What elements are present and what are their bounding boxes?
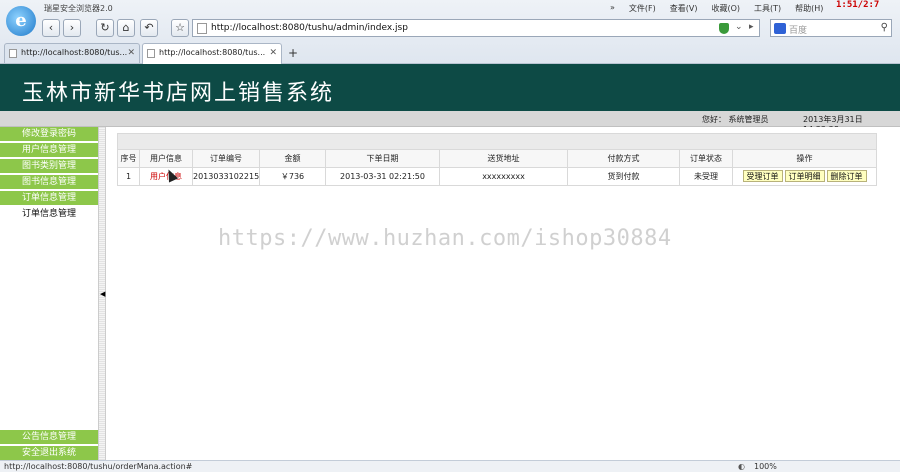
- search-engine-icon[interactable]: [774, 23, 786, 34]
- frame-counter: 1:51/2:7: [836, 0, 880, 10]
- zoom-level[interactable]: 100%: [754, 462, 777, 471]
- sidebar-item-orders[interactable]: 订单信息管理: [0, 191, 98, 206]
- page-icon: [147, 49, 155, 58]
- cell-date: 2013-03-31 02:21:50: [326, 168, 440, 185]
- watermark: https://www.huzhan.com/ishop30884: [218, 226, 672, 251]
- status-url: http://localhost:8080/tushu/orderMana.ac…: [4, 462, 193, 471]
- refresh-button[interactable]: ↻: [96, 19, 114, 37]
- page-icon: [197, 23, 207, 34]
- sidebar-subitem-orders[interactable]: 订单信息管理: [0, 207, 98, 222]
- table-toolbar: [118, 134, 876, 150]
- chevron-down-icon[interactable]: ⌄: [735, 22, 743, 32]
- menu-bar: » 文件(F) 查看(V) 收藏(O) 工具(T) 帮助(H): [610, 3, 823, 14]
- tab-2-active[interactable]: http://localhost:8080/tus... ✕: [142, 43, 282, 64]
- delete-order-button[interactable]: 删除订单: [826, 170, 867, 182]
- shield-icon[interactable]: [719, 23, 729, 34]
- new-tab-button[interactable]: +: [284, 44, 302, 62]
- col-user: 用户信息: [140, 150, 193, 167]
- col-amount: 金额: [260, 150, 326, 167]
- menu-tools[interactable]: 工具(T): [754, 3, 781, 14]
- greeting: 您好： 系统管理员: [702, 115, 769, 124]
- cell-index: 1: [118, 168, 140, 185]
- back-button[interactable]: ‹: [42, 19, 60, 37]
- accept-order-button[interactable]: 受理订单: [742, 170, 783, 182]
- undo-close-button[interactable]: ↶: [140, 19, 158, 37]
- tab-1[interactable]: http://localhost:8080/tus... ✕: [4, 43, 140, 63]
- window-title: 瑞星安全浏览器2.0: [44, 4, 113, 13]
- home-button[interactable]: ⌂: [117, 19, 135, 37]
- orders-table: 序号 用户信息 订单编号 金额 下单日期 送货地址 付款方式 订单状态 操作 1…: [117, 133, 877, 186]
- sidebar-item-logout[interactable]: 安全退出系统: [0, 446, 98, 461]
- main-content: 序号 用户信息 订单编号 金额 下单日期 送货地址 付款方式 订单状态 操作 1…: [107, 127, 900, 460]
- cell-order-no: 20130331022150: [193, 168, 260, 185]
- status-bar: http://localhost:8080/tushu/orderMana.ac…: [0, 460, 900, 472]
- sidebar-item-change-password[interactable]: 修改登录密码: [0, 127, 98, 142]
- cell-payment: 货到付款: [568, 168, 680, 185]
- menu-view[interactable]: 查看(V): [670, 3, 698, 14]
- cell-actions: 受理订单 订单明细 删除订单: [733, 168, 876, 185]
- speaker-icon[interactable]: ◐: [738, 462, 745, 471]
- col-date: 下单日期: [326, 150, 440, 167]
- sidebar-item-book-categories[interactable]: 图书类别管理: [0, 159, 98, 174]
- menu-file[interactable]: 文件(F): [629, 3, 656, 14]
- table-header: 序号 用户信息 订单编号 金额 下单日期 送货地址 付款方式 订单状态 操作: [118, 150, 876, 168]
- close-icon[interactable]: ✕: [269, 44, 277, 62]
- browser-logo-icon: e: [6, 6, 36, 36]
- sidebar-splitter[interactable]: ◀: [98, 127, 106, 460]
- tab-label: http://localhost:8080/tus...: [159, 48, 266, 57]
- search-icon[interactable]: ⚲: [881, 22, 888, 33]
- close-icon[interactable]: ✕: [127, 44, 135, 62]
- sidebar-item-users[interactable]: 用户信息管理: [0, 143, 98, 158]
- menu-chevron-icon[interactable]: »: [610, 3, 615, 14]
- address-text[interactable]: http://localhost:8080/tushu/admin/index.…: [211, 23, 408, 33]
- go-arrow-icon[interactable]: ▸: [749, 22, 754, 32]
- order-detail-button[interactable]: 订单明细: [784, 170, 825, 182]
- sidebar: 修改登录密码 用户信息管理 图书类别管理 图书信息管理 订单信息管理 订单信息管…: [0, 127, 98, 461]
- search-input[interactable]: 百度 ⚲: [770, 19, 892, 37]
- site-title: 玉林市新华书店网上销售系统: [22, 81, 335, 106]
- forward-button[interactable]: ›: [63, 19, 81, 37]
- user-bar: 您好： 系统管理员 2013年3月31日 14:22:28: [0, 111, 900, 134]
- search-placeholder: 百度: [789, 26, 808, 36]
- col-index: 序号: [118, 150, 140, 167]
- favorite-star-button[interactable]: ☆: [171, 19, 189, 37]
- col-payment: 付款方式: [568, 150, 680, 167]
- table-row: 1 用户信息 20130331022150 ￥736 2013-03-31 02…: [118, 168, 876, 185]
- tab-label: http://localhost:8080/tus...: [21, 48, 128, 57]
- page-icon: [9, 49, 17, 58]
- site-banner: 玉林市新华书店网上销售系统: [0, 64, 900, 111]
- sidebar-item-books[interactable]: 图书信息管理: [0, 175, 98, 190]
- menu-help[interactable]: 帮助(H): [795, 3, 823, 14]
- menu-favorites[interactable]: 收藏(O): [711, 3, 740, 14]
- col-address: 送货地址: [440, 150, 568, 167]
- col-actions: 操作: [796, 154, 813, 163]
- col-status: 订单状态: [680, 150, 733, 167]
- cell-amount: ￥736: [260, 168, 326, 185]
- browser-chrome: e 瑞星安全浏览器2.0 » 文件(F) 查看(V) 收藏(O) 工具(T) 帮…: [0, 0, 900, 64]
- cell-status: 未受理: [680, 168, 733, 185]
- address-bar[interactable]: http://localhost:8080/tushu/admin/index.…: [192, 19, 760, 37]
- collapse-arrow-icon[interactable]: ◀: [100, 290, 105, 298]
- sidebar-item-notices[interactable]: 公告信息管理: [0, 430, 98, 445]
- cell-address: xxxxxxxxx: [440, 168, 568, 185]
- col-order-no: 订单编号: [193, 150, 260, 167]
